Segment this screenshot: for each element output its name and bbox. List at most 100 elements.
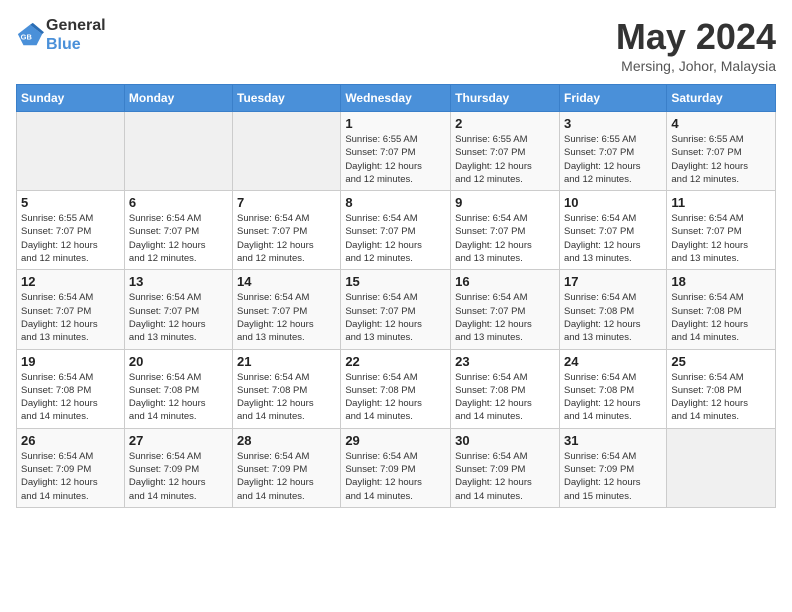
sunset-info: Sunset: 7:08 PM — [671, 305, 771, 318]
sunset-info: Sunset: 7:07 PM — [237, 225, 336, 238]
day-info: Sunrise: 6:54 AMSunset: 7:07 PMDaylight:… — [455, 212, 555, 265]
sunset-info: Sunset: 7:07 PM — [564, 146, 662, 159]
day-info: Sunrise: 6:54 AMSunset: 7:07 PMDaylight:… — [237, 212, 336, 265]
sunrise-info: Sunrise: 6:54 AM — [129, 212, 228, 225]
day-info: Sunrise: 6:54 AMSunset: 7:08 PMDaylight:… — [345, 371, 446, 424]
sunrise-info: Sunrise: 6:54 AM — [345, 450, 446, 463]
sunset-info: Sunset: 7:07 PM — [237, 305, 336, 318]
month-title: May 2024 — [616, 16, 776, 58]
day-number: 23 — [455, 354, 555, 369]
sunset-info: Sunset: 7:08 PM — [455, 384, 555, 397]
sunrise-info: Sunrise: 6:54 AM — [21, 291, 120, 304]
daylight-duration: and 14 minutes. — [237, 490, 336, 503]
sunset-info: Sunset: 7:09 PM — [345, 463, 446, 476]
sunrise-info: Sunrise: 6:54 AM — [237, 291, 336, 304]
daylight-duration: and 13 minutes. — [564, 331, 662, 344]
daylight-label: Daylight: 12 hours — [345, 476, 446, 489]
sunset-info: Sunset: 7:08 PM — [21, 384, 120, 397]
daylight-duration: and 14 minutes. — [21, 490, 120, 503]
daylight-label: Daylight: 12 hours — [564, 318, 662, 331]
calendar-table: SundayMondayTuesdayWednesdayThursdayFrid… — [16, 84, 776, 508]
sunset-info: Sunset: 7:07 PM — [129, 305, 228, 318]
daylight-label: Daylight: 12 hours — [455, 318, 555, 331]
daylight-duration: and 12 minutes. — [564, 173, 662, 186]
day-number: 13 — [129, 274, 228, 289]
calendar-cell: 4Sunrise: 6:55 AMSunset: 7:07 PMDaylight… — [667, 112, 776, 191]
day-info: Sunrise: 6:54 AMSunset: 7:08 PMDaylight:… — [564, 371, 662, 424]
daylight-duration: and 14 minutes. — [455, 490, 555, 503]
day-info: Sunrise: 6:54 AMSunset: 7:09 PMDaylight:… — [21, 450, 120, 503]
sunset-info: Sunset: 7:08 PM — [237, 384, 336, 397]
sunrise-info: Sunrise: 6:54 AM — [129, 450, 228, 463]
daylight-label: Daylight: 12 hours — [21, 239, 120, 252]
sunrise-info: Sunrise: 6:54 AM — [129, 291, 228, 304]
sunset-info: Sunset: 7:09 PM — [129, 463, 228, 476]
weekday-header-monday: Monday — [124, 85, 232, 112]
day-number: 6 — [129, 195, 228, 210]
daylight-label: Daylight: 12 hours — [564, 476, 662, 489]
daylight-duration: and 14 minutes. — [237, 410, 336, 423]
sunset-info: Sunset: 7:09 PM — [21, 463, 120, 476]
calendar-cell: 10Sunrise: 6:54 AMSunset: 7:07 PMDayligh… — [559, 191, 666, 270]
sunrise-info: Sunrise: 6:54 AM — [129, 371, 228, 384]
daylight-duration: and 12 minutes. — [21, 252, 120, 265]
calendar-cell — [667, 428, 776, 507]
calendar-cell: 17Sunrise: 6:54 AMSunset: 7:08 PMDayligh… — [559, 270, 666, 349]
weekday-header-saturday: Saturday — [667, 85, 776, 112]
sunrise-info: Sunrise: 6:54 AM — [455, 450, 555, 463]
day-info: Sunrise: 6:54 AMSunset: 7:08 PMDaylight:… — [671, 371, 771, 424]
daylight-duration: and 15 minutes. — [564, 490, 662, 503]
calendar-cell — [124, 112, 232, 191]
calendar-cell: 9Sunrise: 6:54 AMSunset: 7:07 PMDaylight… — [451, 191, 560, 270]
daylight-duration: and 13 minutes. — [455, 331, 555, 344]
sunrise-info: Sunrise: 6:55 AM — [455, 133, 555, 146]
daylight-label: Daylight: 12 hours — [129, 318, 228, 331]
sunrise-info: Sunrise: 6:54 AM — [455, 212, 555, 225]
calendar-cell: 27Sunrise: 6:54 AMSunset: 7:09 PMDayligh… — [124, 428, 232, 507]
daylight-label: Daylight: 12 hours — [455, 476, 555, 489]
sunrise-info: Sunrise: 6:54 AM — [345, 371, 446, 384]
day-number: 20 — [129, 354, 228, 369]
weekday-header-wednesday: Wednesday — [341, 85, 451, 112]
logo: GB General Blue — [16, 16, 106, 54]
daylight-label: Daylight: 12 hours — [564, 239, 662, 252]
sunset-info: Sunset: 7:08 PM — [564, 384, 662, 397]
day-info: Sunrise: 6:54 AMSunset: 7:08 PMDaylight:… — [671, 291, 771, 344]
sunrise-info: Sunrise: 6:54 AM — [564, 450, 662, 463]
sunrise-info: Sunrise: 6:54 AM — [671, 291, 771, 304]
day-info: Sunrise: 6:54 AMSunset: 7:08 PMDaylight:… — [129, 371, 228, 424]
day-info: Sunrise: 6:54 AMSunset: 7:07 PMDaylight:… — [564, 212, 662, 265]
sunrise-info: Sunrise: 6:55 AM — [345, 133, 446, 146]
daylight-duration: and 12 minutes. — [455, 173, 555, 186]
day-info: Sunrise: 6:54 AMSunset: 7:09 PMDaylight:… — [564, 450, 662, 503]
sunset-info: Sunset: 7:07 PM — [129, 225, 228, 238]
day-info: Sunrise: 6:54 AMSunset: 7:07 PMDaylight:… — [237, 291, 336, 344]
day-info: Sunrise: 6:54 AMSunset: 7:07 PMDaylight:… — [21, 291, 120, 344]
sunset-info: Sunset: 7:07 PM — [345, 225, 446, 238]
sunset-info: Sunset: 7:08 PM — [564, 305, 662, 318]
daylight-duration: and 12 minutes. — [345, 173, 446, 186]
calendar-body: 1Sunrise: 6:55 AMSunset: 7:07 PMDaylight… — [17, 112, 776, 508]
daylight-label: Daylight: 12 hours — [237, 318, 336, 331]
daylight-label: Daylight: 12 hours — [671, 160, 771, 173]
weekday-header-tuesday: Tuesday — [233, 85, 341, 112]
calendar-header: SundayMondayTuesdayWednesdayThursdayFrid… — [17, 85, 776, 112]
daylight-label: Daylight: 12 hours — [564, 397, 662, 410]
daylight-duration: and 14 minutes. — [671, 331, 771, 344]
day-number: 19 — [21, 354, 120, 369]
daylight-duration: and 12 minutes. — [129, 252, 228, 265]
daylight-label: Daylight: 12 hours — [129, 397, 228, 410]
daylight-duration: and 13 minutes. — [455, 252, 555, 265]
day-number: 7 — [237, 195, 336, 210]
calendar-cell: 1Sunrise: 6:55 AMSunset: 7:07 PMDaylight… — [341, 112, 451, 191]
logo-text-line2: Blue — [46, 35, 106, 54]
daylight-duration: and 12 minutes. — [671, 173, 771, 186]
calendar-week-1: 1Sunrise: 6:55 AMSunset: 7:07 PMDaylight… — [17, 112, 776, 191]
sunrise-info: Sunrise: 6:54 AM — [455, 291, 555, 304]
day-number: 16 — [455, 274, 555, 289]
sunset-info: Sunset: 7:07 PM — [455, 146, 555, 159]
sunset-info: Sunset: 7:07 PM — [455, 305, 555, 318]
sunset-info: Sunset: 7:07 PM — [564, 225, 662, 238]
sunrise-info: Sunrise: 6:54 AM — [564, 212, 662, 225]
daylight-duration: and 14 minutes. — [564, 410, 662, 423]
